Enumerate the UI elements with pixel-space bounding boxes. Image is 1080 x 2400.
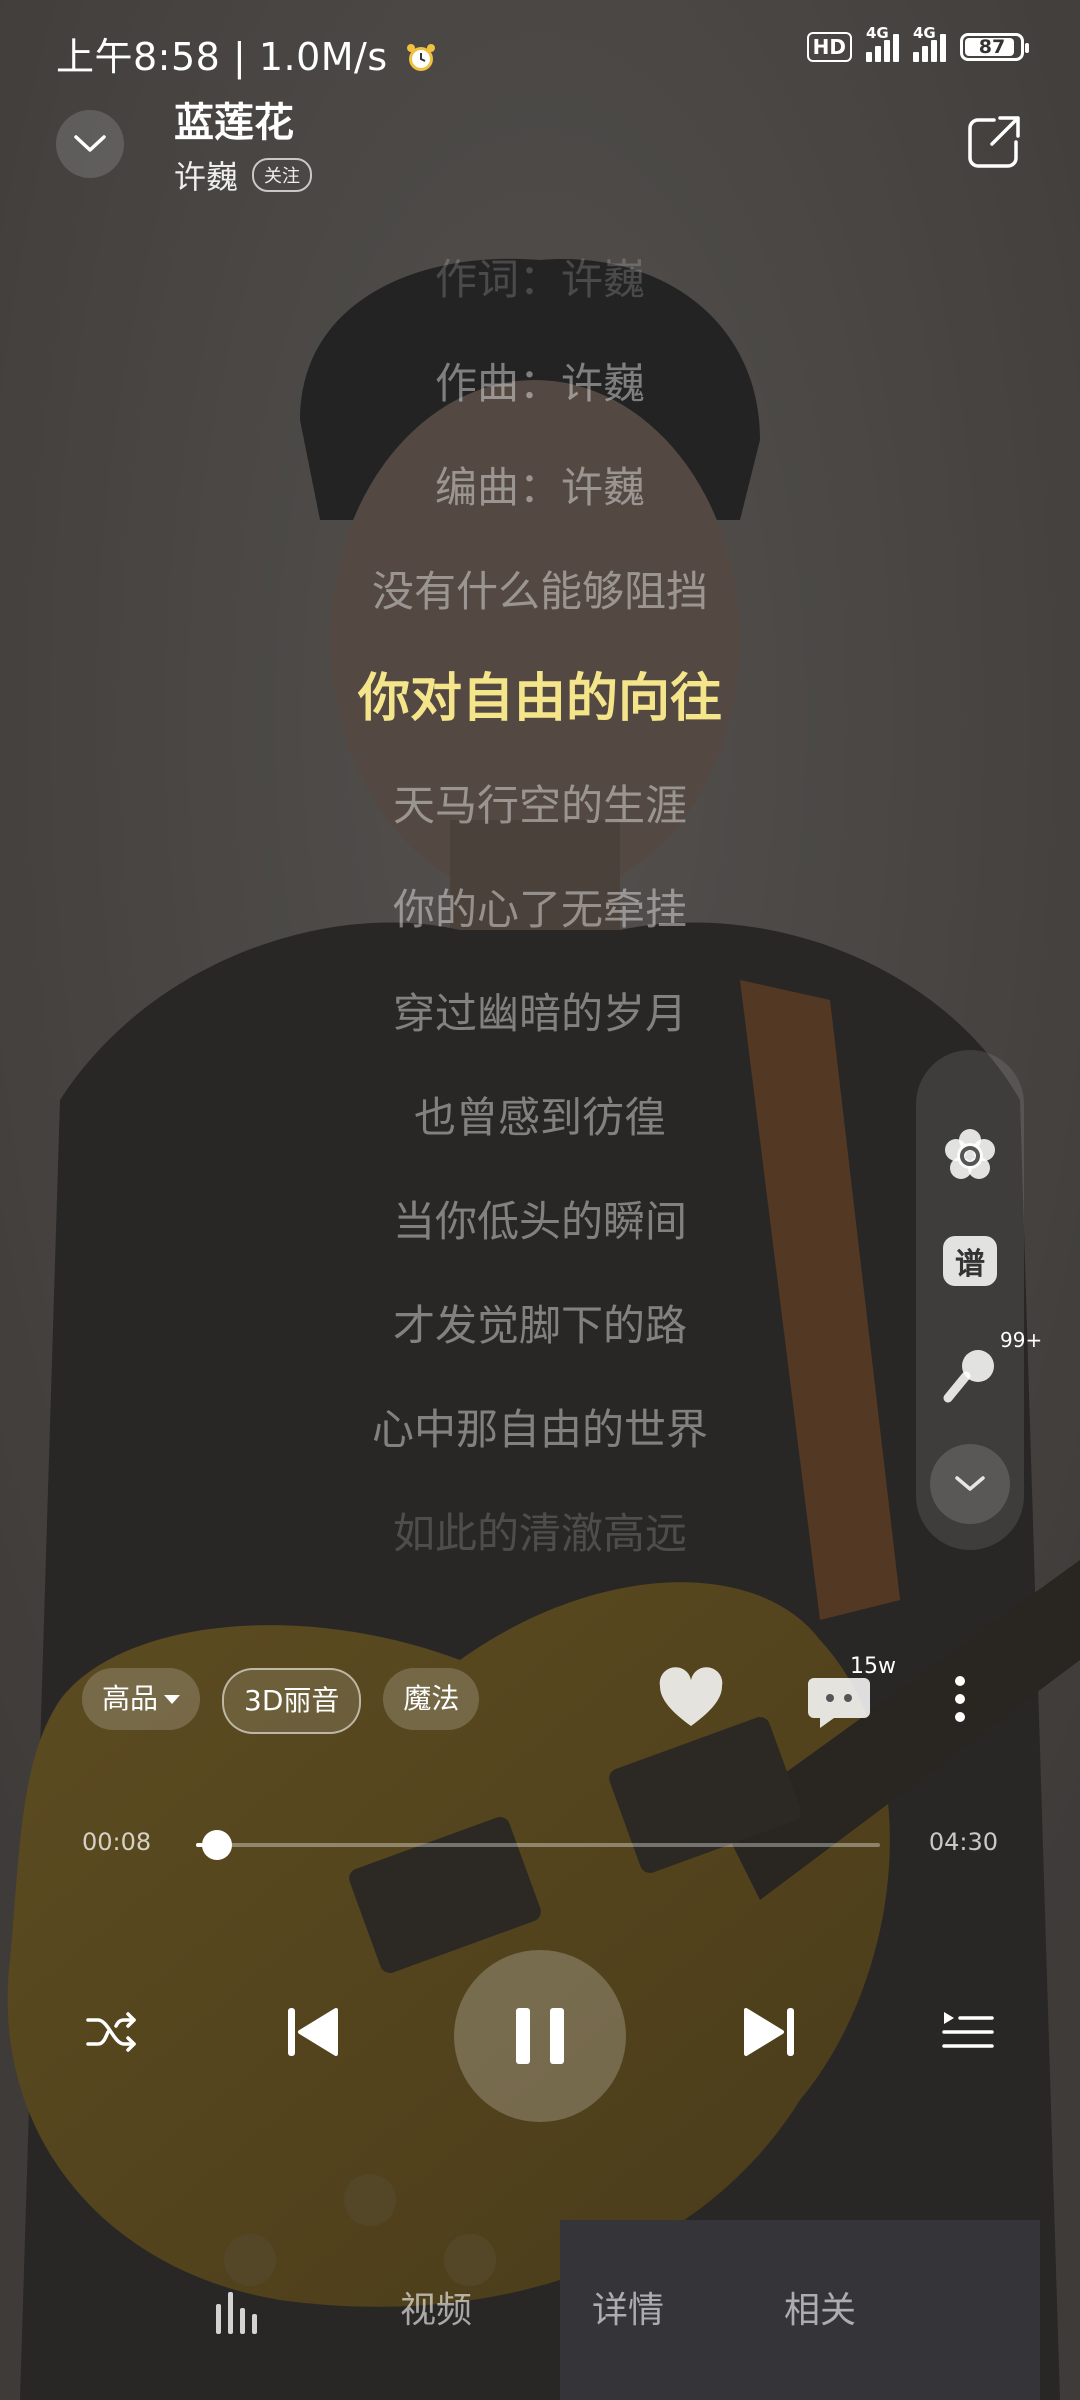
chevron-down-icon [955,1476,985,1491]
battery-icon: 87 [960,33,1029,61]
playlist-button[interactable] [940,2004,996,2060]
artist-name[interactable]: 许巍 [174,152,238,198]
bottom-tabs: 视频 详情 相关 [0,2276,1080,2346]
previous-button[interactable] [280,2000,344,2064]
net-speed: 1.0M/s [258,35,388,79]
flower-settings-button[interactable] [940,1126,1000,1186]
lyric-line[interactable]: 你的心了无牵挂 [0,858,1080,962]
share-icon[interactable] [964,112,1024,172]
quality-label: 高品 [102,1682,159,1715]
chevron-down-icon [74,135,106,152]
battery-percent: 87 [978,36,1006,58]
side-tool-panel: 谱 99+ [916,1050,1042,1550]
score-icon: 谱 [955,1247,985,1282]
tab-related[interactable]: 相关 [784,2276,856,2346]
tab-video[interactable]: 视频 [400,2276,472,2346]
lyric-line[interactable]: 编曲：许巍 [0,436,1080,540]
comment-count-badge: 15w [850,1654,896,1679]
dot-icon [955,1712,965,1722]
current-time: 00:08 [82,1828,152,1856]
signal-icon-sim2: 4G [913,24,946,62]
skip-previous-icon [288,2008,338,2056]
lyric-line[interactable]: 天马行空的生涯 [0,754,1080,858]
lyric-line[interactable]: 穿过幽暗的岁月 [0,962,1080,1066]
karaoke-count-badge: 99+ [1000,1328,1043,1352]
status-time: 上午8:58 [56,35,221,79]
dot-icon [955,1694,965,1704]
caret-down-icon [164,1694,181,1704]
artist-row: 许巍 关注 [174,152,313,198]
progress-bar[interactable] [196,1843,880,1847]
lyric-line[interactable]: 作曲：许巍 [0,332,1080,436]
alarm-clock-icon [407,44,436,71]
flower-settings-icon [945,1129,995,1179]
tab-lyrics[interactable] [212,2284,266,2360]
heart-icon[interactable] [656,1666,726,1736]
lyric-line-current[interactable]: 你对自由的向往 [0,644,1080,754]
score-button[interactable]: 谱 [943,1236,997,1286]
pause-button[interactable] [454,1950,626,2122]
song-title: 蓝莲花 [174,100,294,146]
hd-voice-badge: HD [806,32,852,62]
playlist-icon [942,2012,994,2048]
shuffle-button[interactable] [84,2004,140,2060]
collapse-tools-button[interactable] [930,1444,1010,1524]
karaoke-button[interactable]: 99+ [940,1328,1042,1404]
skip-next-icon [744,2008,794,2056]
shuffle-icon [86,2012,136,2052]
more-options-button[interactable] [940,1664,980,1734]
dot-icon [955,1676,965,1686]
pause-icon [516,2008,564,2064]
equalizer-icon [216,2292,257,2334]
audio-options-row: 高品 3D丽音 魔法 [82,1668,480,1734]
tab-details[interactable]: 详情 [592,2276,664,2346]
effect-3d-button[interactable]: 3D丽音 [222,1668,362,1734]
follow-button[interactable]: 关注 [252,158,313,192]
quality-selector[interactable]: 高品 [82,1668,201,1730]
signal-icon-sim1: 4G [866,24,899,62]
lyric-line[interactable]: 作词：许巍 [0,228,1080,332]
progress-thumb[interactable] [201,1830,232,1860]
total-time: 04:30 [928,1828,998,1856]
next-button[interactable] [738,2000,802,2064]
status-bar: 上午8:58 | 1.0M/s HD 4G 4G 87 [0,0,1080,100]
status-left: 上午8:58 | 1.0M/s [56,26,438,81]
microphone-icon [943,1350,994,1403]
magic-effect-button[interactable]: 魔法 [383,1668,480,1730]
status-right: HD 4G 4G 87 [806,24,1029,62]
collapse-player-button[interactable] [56,110,124,178]
lyric-line[interactable]: 没有什么能够阻挡 [0,540,1080,644]
